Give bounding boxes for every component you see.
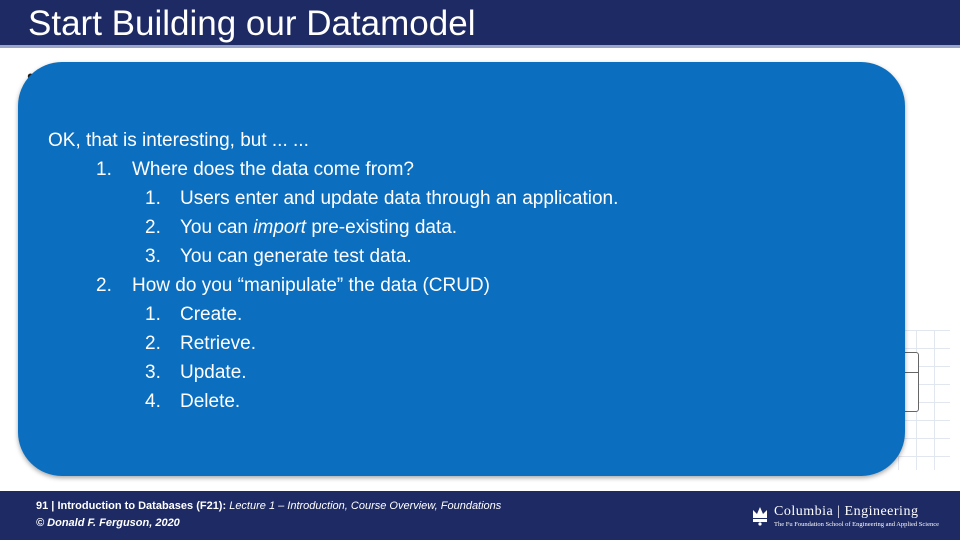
sublist-item-text: Update. xyxy=(180,362,247,383)
course-name: Introduction to Databases (F21): xyxy=(57,500,227,512)
page-number: 91 xyxy=(36,500,49,512)
sublist-number: 3. xyxy=(145,246,161,267)
sublist-item-text: Create. xyxy=(180,304,243,325)
sublist-number: 1. xyxy=(145,188,161,209)
list-number: 2. xyxy=(96,275,112,296)
sublist-item-text: Delete. xyxy=(180,391,241,412)
list-item-text: Where does the data come from? xyxy=(132,159,414,180)
list-number: 1. xyxy=(96,159,112,180)
sublist-item-text: You can import pre-existing data. xyxy=(180,217,458,238)
sublist-number: 2. xyxy=(145,333,161,354)
sublist-item-text: Retrieve. xyxy=(180,333,257,354)
slide-title: Start Building our Datamodel xyxy=(28,4,476,43)
sublist-number: 1. xyxy=(145,304,161,325)
sublist-item-text: Users enter and update data through an a… xyxy=(180,188,619,209)
sublist-number: 3. xyxy=(145,362,161,383)
logo-subtitle: The Fu Foundation School of Engineering … xyxy=(774,521,939,528)
logo-name: Columbia | Engineering xyxy=(774,504,919,519)
lecture-title: Lecture 1 – Introduction, Course Overvie… xyxy=(226,500,502,512)
sublist-number: 2. xyxy=(145,217,161,238)
crown-icon xyxy=(753,507,767,526)
sublist-item-text: You can generate test data. xyxy=(180,246,412,267)
callout-heading: OK, that is interesting, but ... ... xyxy=(48,130,309,151)
footer-course-line: 91 | Introduction to Databases (F21): Le… xyxy=(36,500,502,512)
title-bar: Start Building our Datamodel xyxy=(0,0,960,48)
copyright: © Donald F. Ferguson, 2020 xyxy=(36,517,180,529)
footer-bar: 91 | Introduction to Databases (F21): Le… xyxy=(0,491,960,540)
emphasis-text: import xyxy=(253,217,307,238)
sublist-number: 4. xyxy=(145,391,161,412)
list-item-text: How do you “manipulate” the data (CRUD) xyxy=(132,275,490,296)
